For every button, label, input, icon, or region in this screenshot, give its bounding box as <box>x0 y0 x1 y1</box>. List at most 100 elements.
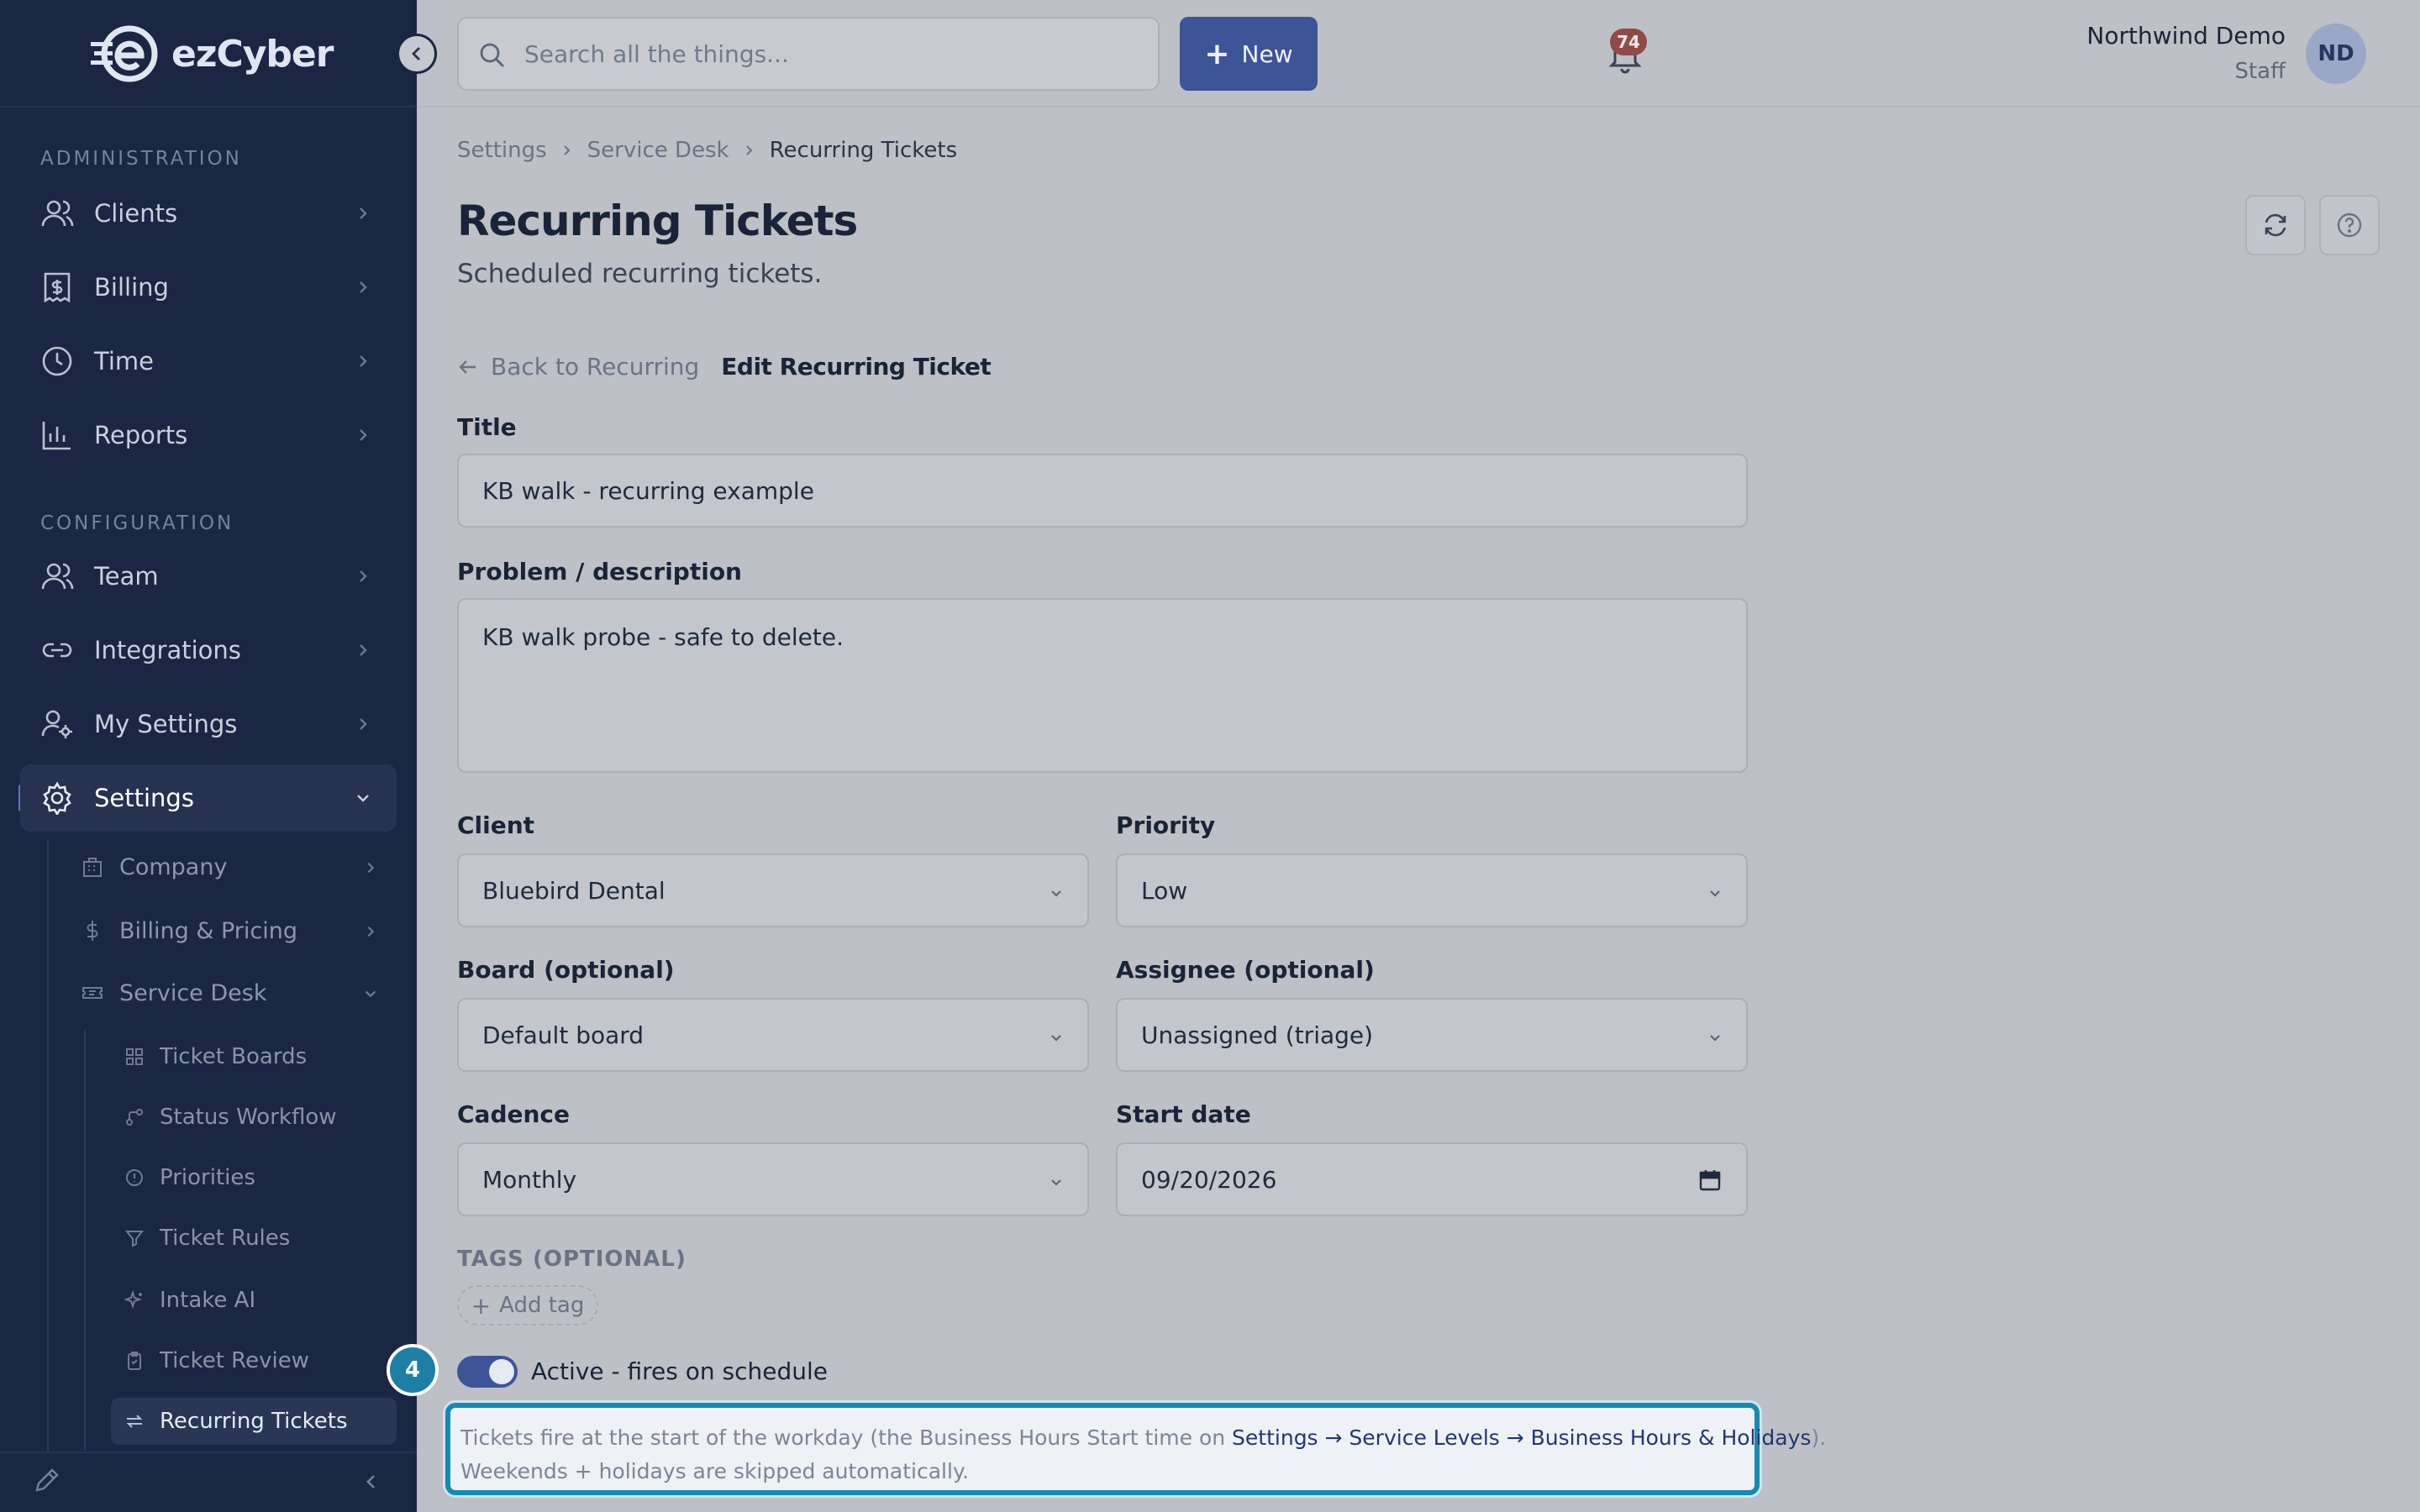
repeat-icon <box>126 1415 143 1428</box>
user-name[interactable]: Northwind Demo <box>2086 22 2286 50</box>
sidebar-subitem-status-workflow[interactable]: Status Workflow <box>111 1094 397 1141</box>
new-button[interactable]: + New <box>1180 17 1318 91</box>
hint-line-1: Tickets fire at the start of the workday… <box>460 1421 1826 1455</box>
sidebar-subitem-service-desk[interactable]: Service Desk <box>81 968 376 1018</box>
sidebar-item-reports[interactable]: Reports <box>20 402 397 469</box>
sidebar-item-settings[interactable]: Settings <box>20 764 397 832</box>
description-textarea[interactable]: KB walk probe - safe to delete. <box>457 598 1748 773</box>
workflow-icon <box>126 1109 143 1126</box>
sidebar-item-my-settings[interactable]: My Settings <box>20 690 397 758</box>
client-label: Client <box>457 811 535 839</box>
filter-icon <box>124 1231 145 1247</box>
sidebar-subitem-ticket-rules[interactable]: Ticket Rules <box>111 1215 397 1262</box>
board-select[interactable]: Default board <box>457 998 1089 1072</box>
sidebar-subitem-intake-ai[interactable]: Intake AI <box>111 1277 397 1324</box>
assignee-label: Assignee (optional) <box>1116 956 1375 984</box>
add-tag-label: Add tag <box>499 1293 585 1318</box>
back-to-recurring-link[interactable]: Back to Recurring <box>457 353 699 381</box>
chevron-right-icon <box>360 429 367 441</box>
chevron-down-icon <box>357 795 369 802</box>
refresh-icon <box>2265 213 2286 237</box>
cadence-select[interactable]: Monthly <box>457 1142 1089 1216</box>
sidebar-item-clients[interactable]: Clients <box>20 180 397 247</box>
breadcrumb-settings[interactable]: Settings <box>457 138 547 163</box>
cadence-label: Cadence <box>457 1100 570 1128</box>
app-logo[interactable]: ezCyber <box>89 20 334 87</box>
chevron-right-icon <box>360 355 367 367</box>
calendar-icon[interactable] <box>1697 1168 1723 1193</box>
chevron-down-icon <box>1710 1035 1720 1042</box>
section-label-configuration: CONFIGURATION <box>40 512 234 534</box>
user-cog-icon <box>41 710 72 738</box>
sidebar-divider <box>0 106 417 108</box>
hint-text-after: ). <box>1811 1425 1827 1450</box>
assignee-select[interactable]: Unassigned (triage) <box>1116 998 1748 1072</box>
chevron-right-icon <box>563 145 571 155</box>
grid-icon <box>126 1048 143 1065</box>
bar-chart-icon <box>42 422 71 450</box>
sidebar-subitem-label: Service Desk <box>119 979 267 1006</box>
search-placeholder: Search all the things... <box>524 40 789 68</box>
sidebar-item-label: Billing <box>94 273 169 302</box>
sidebar-subitem-recurring-tickets[interactable]: Recurring Tickets <box>111 1398 397 1445</box>
sidebar-item-billing[interactable]: Billing <box>20 254 397 321</box>
sidebar-subitem-label: Recurring Tickets <box>160 1409 348 1434</box>
chevron-right-icon <box>360 644 367 656</box>
logo-text: ezCyber <box>171 32 334 76</box>
active-toggle[interactable] <box>457 1356 518 1388</box>
breadcrumb-service-desk[interactable]: Service Desk <box>587 138 729 163</box>
hint-text-before: Tickets fire at the start of the workday… <box>460 1425 1233 1450</box>
start-date-label: Start date <box>1116 1100 1251 1128</box>
sidebar-divider <box>0 1452 417 1453</box>
priority-value: Low <box>1141 877 1188 905</box>
start-date-input[interactable]: 09/20/2026 <box>1116 1142 1748 1216</box>
sidebar-item-integrations[interactable]: Integrations <box>20 617 397 684</box>
title-input[interactable]: KB walk - recurring example <box>457 454 1748 528</box>
sidebar-item-label: Team <box>94 562 159 591</box>
sidebar-collapse-button[interactable] <box>397 34 437 74</box>
chevron-down-icon <box>1051 890 1061 897</box>
sidebar-subitem-label: Company <box>119 853 228 880</box>
sidebar-item-team[interactable]: Team <box>20 543 397 610</box>
building-icon <box>83 858 102 877</box>
help-button[interactable] <box>2319 195 2380 255</box>
sidebar-subitem-label: Ticket Boards <box>160 1044 308 1069</box>
sidebar-item-label: My Settings <box>94 710 238 738</box>
sparkles-icon <box>124 1290 143 1310</box>
sidebar-item-time[interactable]: Time <box>20 328 397 395</box>
sidebar-item-label: Clients <box>94 199 178 228</box>
sidebar-subitem-label: Intake AI <box>160 1288 256 1313</box>
notification-badge[interactable]: 74 <box>1610 29 1647 55</box>
chevron-left-icon[interactable] <box>361 1472 381 1492</box>
sidebar-subitem-label: Billing & Pricing <box>119 917 298 944</box>
add-tag-button[interactable]: + Add tag <box>457 1285 598 1326</box>
chevron-down-icon <box>1051 1179 1061 1186</box>
sidebar-subitem-ticket-boards[interactable]: Ticket Boards <box>111 1033 397 1080</box>
sidebar-subitem-priorities[interactable]: Priorities <box>111 1154 397 1201</box>
sidebar-subitem-company[interactable]: Company <box>81 842 375 892</box>
breadcrumb-current: Recurring Tickets <box>769 138 958 163</box>
assignee-value: Unassigned (triage) <box>1141 1021 1374 1049</box>
breadcrumb: Settings Service Desk Recurring Tickets <box>457 138 957 163</box>
team-icon <box>41 563 74 590</box>
client-select[interactable]: Bluebird Dental <box>457 853 1089 927</box>
priority-select[interactable]: Low <box>1116 853 1748 927</box>
dollar-icon <box>87 921 98 941</box>
sidebar-item-label: Time <box>94 347 154 375</box>
tags-label: TAGS (OPTIONAL) <box>457 1247 687 1272</box>
pencil-icon[interactable] <box>32 1467 60 1495</box>
sidebar-subitem-ticket-review[interactable]: Ticket Review <box>111 1337 397 1384</box>
receipt-icon <box>44 272 71 303</box>
active-toggle-label: Active - fires on schedule <box>531 1357 829 1385</box>
help-icon <box>2337 213 2362 238</box>
priority-label: Priority <box>1116 811 1216 839</box>
chevron-down-icon <box>365 990 376 998</box>
search-input[interactable]: Search all the things... <box>457 17 1160 91</box>
sidebar-subitem-billing-pricing[interactable]: Billing & Pricing <box>81 906 375 956</box>
search-icon <box>480 43 504 67</box>
avatar[interactable]: ND <box>2306 24 2366 84</box>
business-hours-link[interactable]: Settings → Service Levels → Business Hou… <box>1232 1425 1811 1450</box>
gear-icon <box>43 781 71 815</box>
chevron-right-icon <box>745 145 753 155</box>
refresh-button[interactable] <box>2245 195 2306 255</box>
